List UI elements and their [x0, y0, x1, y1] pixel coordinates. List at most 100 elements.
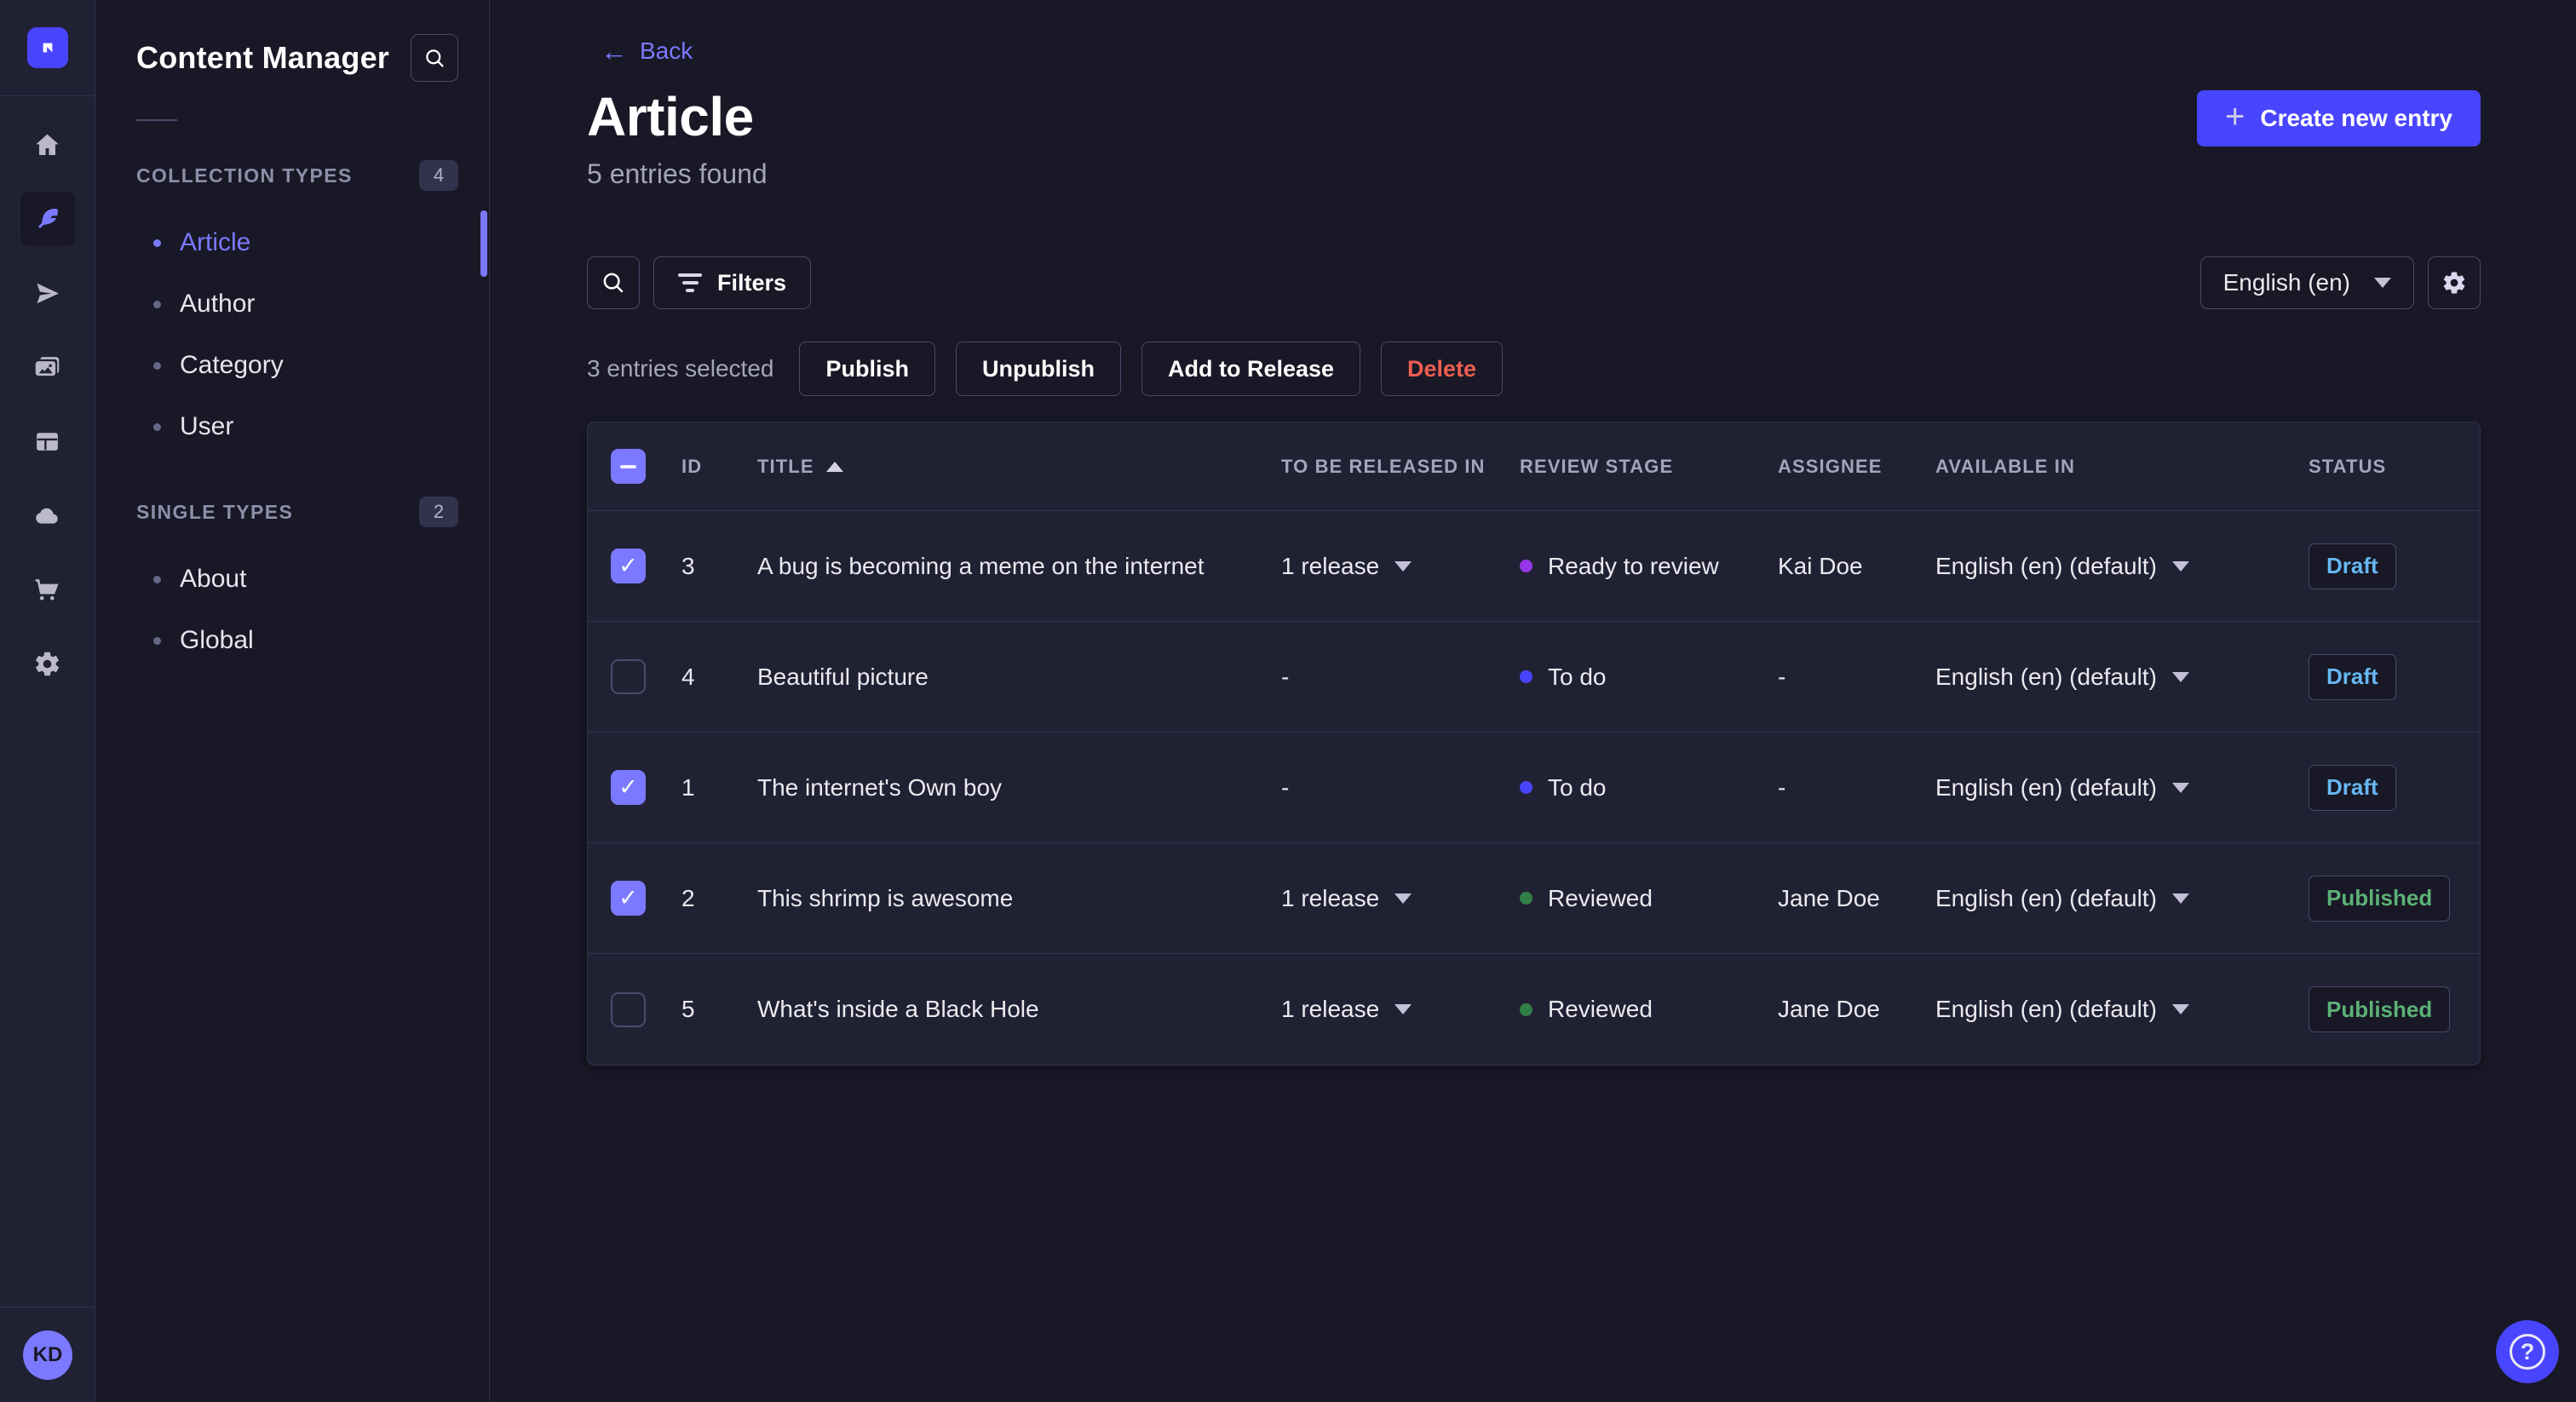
column-header-available-in[interactable]: AVAILABLE IN [1935, 456, 2309, 478]
chevron-down-icon[interactable] [2171, 1004, 2189, 1014]
publish-button[interactable]: Publish [799, 342, 935, 396]
chevron-down-icon[interactable] [2171, 782, 2189, 793]
sidebar-item-label: User [180, 412, 234, 440]
add-to-release-button[interactable]: Add to Release [1141, 342, 1361, 396]
column-header-title[interactable]: TITLE [757, 456, 1281, 478]
cell-assignee: - [1778, 663, 1786, 690]
chevron-down-icon[interactable] [1394, 1004, 1412, 1014]
section-label: COLLECTION TYPES [136, 164, 353, 187]
gear-icon [2443, 272, 2465, 294]
rail-item-content-type-builder[interactable] [20, 414, 75, 468]
column-header-to-be-released-in[interactable]: TO BE RELEASED IN [1281, 456, 1520, 478]
subnav-search-button[interactable] [411, 34, 458, 82]
search-icon [425, 49, 444, 67]
chevron-down-icon[interactable] [2171, 560, 2189, 572]
review-stage-dot [1520, 670, 1532, 683]
row-checkbox[interactable]: ✓ [611, 549, 646, 583]
bullet-icon [153, 575, 161, 583]
sidebar-item-category[interactable]: Category [95, 335, 489, 396]
table-row[interactable]: 4 Beautiful picture - To do - English (en) (d… [588, 622, 2480, 733]
sidebar-item-user[interactable]: User [95, 396, 489, 457]
strapi-logo[interactable] [26, 27, 68, 68]
entries-count: 5 entries found [587, 158, 768, 189]
column-header-review-stage[interactable]: REVIEW STAGE [1520, 456, 1778, 478]
rail-item-home[interactable] [20, 118, 75, 172]
release-value: - [1281, 663, 1290, 690]
filter-icon [678, 273, 702, 292]
rail-item-marketplace[interactable] [20, 562, 75, 617]
row-checkbox[interactable] [611, 991, 646, 1027]
cell-assignee: Jane Doe [1778, 996, 1880, 1022]
review-stage-dot [1520, 781, 1532, 794]
sidebar-item-global[interactable]: Global [95, 610, 489, 671]
search-icon [603, 273, 624, 293]
search-entries-button[interactable] [587, 256, 640, 309]
release-value: 1 release [1281, 996, 1380, 1022]
cell-status: Draft [2309, 764, 2480, 811]
rail-item-releases[interactable] [20, 266, 75, 320]
table-row[interactable]: ✓ 2 This shrimp is awesome 1 release Reviewe… [588, 843, 2480, 954]
table-header-row: ID TITLE TO BE RELEASED IN REVIEW STAGE … [588, 422, 2480, 511]
table-row[interactable]: ✓ 3 A bug is becoming a meme on the intern… [588, 511, 2480, 622]
chevron-down-icon[interactable] [1394, 893, 1412, 904]
row-checkbox-cell [588, 991, 681, 1027]
rail-item-settings[interactable] [20, 636, 75, 691]
available-in-value: English (en) (default) [1935, 773, 2157, 801]
review-stage-label: To do [1548, 773, 1607, 801]
cell-to-be-released-in: 1 release [1281, 885, 1520, 912]
row-checkbox[interactable]: ✓ [611, 881, 646, 916]
cell-available-in: English (en) (default) [1935, 553, 2309, 580]
chevron-down-icon[interactable] [2171, 671, 2189, 682]
unpublish-button[interactable]: Unpublish [955, 342, 1121, 396]
cell-to-be-released-in: - [1281, 774, 1520, 802]
chevron-down-icon[interactable] [1394, 560, 1412, 572]
filters-button[interactable]: Filters [653, 256, 812, 309]
section-count-badge: 2 [419, 497, 458, 527]
cell-status: Draft [2309, 653, 2480, 700]
cell-assignee: Kai Doe [1778, 552, 1863, 579]
main-content: ← Back Article + Create new entry 5 entr… [490, 0, 2576, 1402]
status-badge: Draft [2309, 653, 2396, 700]
section-count-badge: 4 [419, 160, 458, 191]
rail-item-media-library[interactable] [20, 340, 75, 394]
column-header-status[interactable]: STATUS [2309, 456, 2480, 478]
help-button[interactable]: ? [2496, 1320, 2559, 1383]
cell-available-in: English (en) (default) [1935, 774, 2309, 802]
status-badge: Draft [2309, 764, 2396, 811]
avatar[interactable]: KD [23, 1330, 72, 1380]
check-icon: ✓ [618, 885, 638, 911]
locale-select[interactable]: English (en) [2199, 256, 2414, 309]
sort-ascending-icon [825, 461, 843, 472]
selection-count: 3 entries selected [587, 355, 774, 382]
row-checkbox[interactable] [611, 659, 646, 694]
subnav-scrollbar-thumb[interactable] [480, 210, 487, 277]
release-value: - [1281, 773, 1290, 801]
gear-icon [36, 652, 60, 675]
table-row[interactable]: 5 What's inside a Black Hole 1 release Revi… [588, 954, 2480, 1065]
select-all-checkbox[interactable] [611, 449, 646, 484]
cell-available-in: English (en) (default) [1935, 885, 2309, 912]
view-settings-button[interactable] [2428, 256, 2481, 309]
create-new-entry-button[interactable]: + Create new entry [2197, 90, 2481, 147]
bullet-icon [153, 361, 161, 370]
cell-assignee: - [1778, 773, 1786, 801]
column-header-assignee[interactable]: ASSIGNEE [1778, 456, 1935, 478]
delete-button[interactable]: Delete [1381, 342, 1504, 396]
create-new-entry-label: Create new entry [2260, 105, 2452, 131]
sidebar-item-label: Author [180, 290, 256, 318]
cell-title: What's inside a Black Hole [757, 996, 1039, 1022]
help-icon: ? [2510, 1334, 2545, 1370]
row-checkbox[interactable]: ✓ [611, 770, 646, 805]
rail-item-content-manager[interactable] [20, 192, 75, 246]
rail-item-deploy[interactable] [20, 488, 75, 543]
sidebar-item-article[interactable]: Article [95, 212, 489, 273]
chevron-down-icon[interactable] [2171, 893, 2189, 904]
sidebar-item-author[interactable]: Author [95, 273, 489, 335]
column-header-id[interactable]: ID [681, 456, 757, 478]
back-link[interactable]: ← Back [601, 37, 693, 65]
bullet-icon [153, 238, 161, 247]
available-in-value: English (en) (default) [1935, 884, 2157, 911]
status-badge: Published [2309, 986, 2451, 1032]
sidebar-item-about[interactable]: About [95, 549, 489, 610]
table-row[interactable]: ✓ 1 The internet's Own boy - To do - English (… [588, 733, 2480, 843]
